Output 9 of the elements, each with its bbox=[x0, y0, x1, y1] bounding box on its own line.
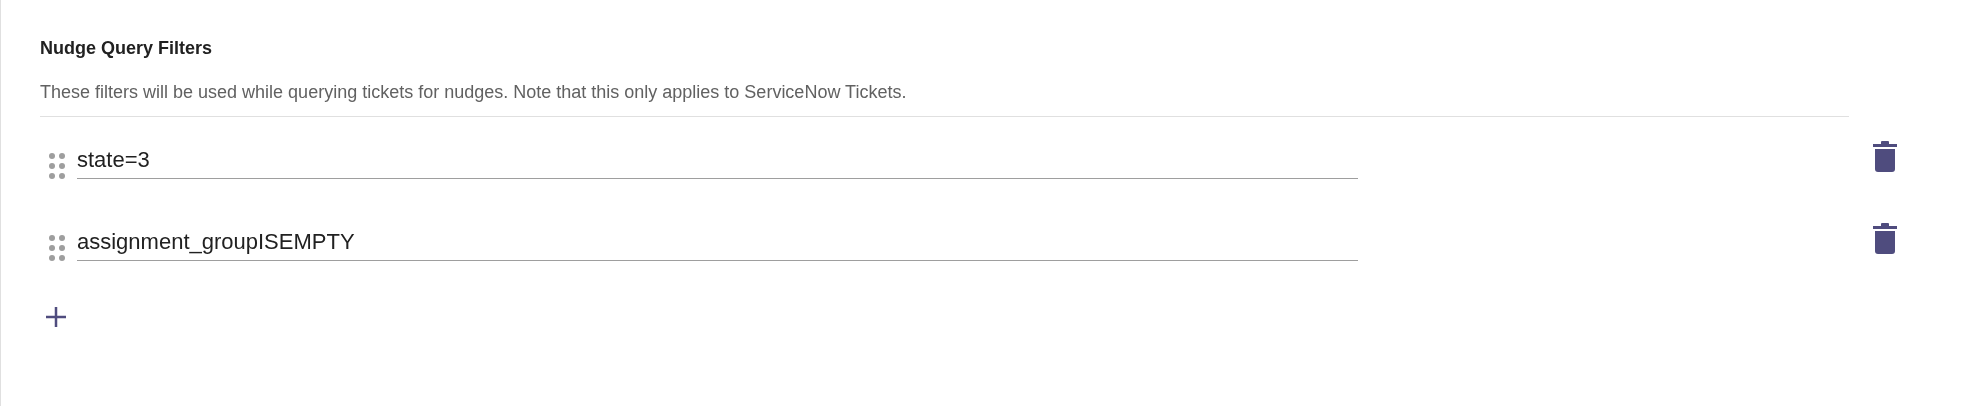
drag-handle-icon[interactable] bbox=[49, 235, 65, 261]
trash-icon bbox=[1873, 222, 1897, 255]
drag-handle-icon[interactable] bbox=[49, 153, 65, 179]
trash-icon bbox=[1873, 140, 1897, 173]
plus-icon bbox=[44, 305, 68, 329]
section-description: These filters will be used while querying tickets for nudges. Note that this only applies to ServiceNow Tickets. bbox=[40, 81, 908, 104]
filter-input[interactable]: assignment_groupISEMPTY bbox=[77, 228, 1358, 261]
section-title: Nudge Query Filters bbox=[40, 37, 214, 60]
filter-input[interactable]: state=3 bbox=[77, 146, 1358, 179]
